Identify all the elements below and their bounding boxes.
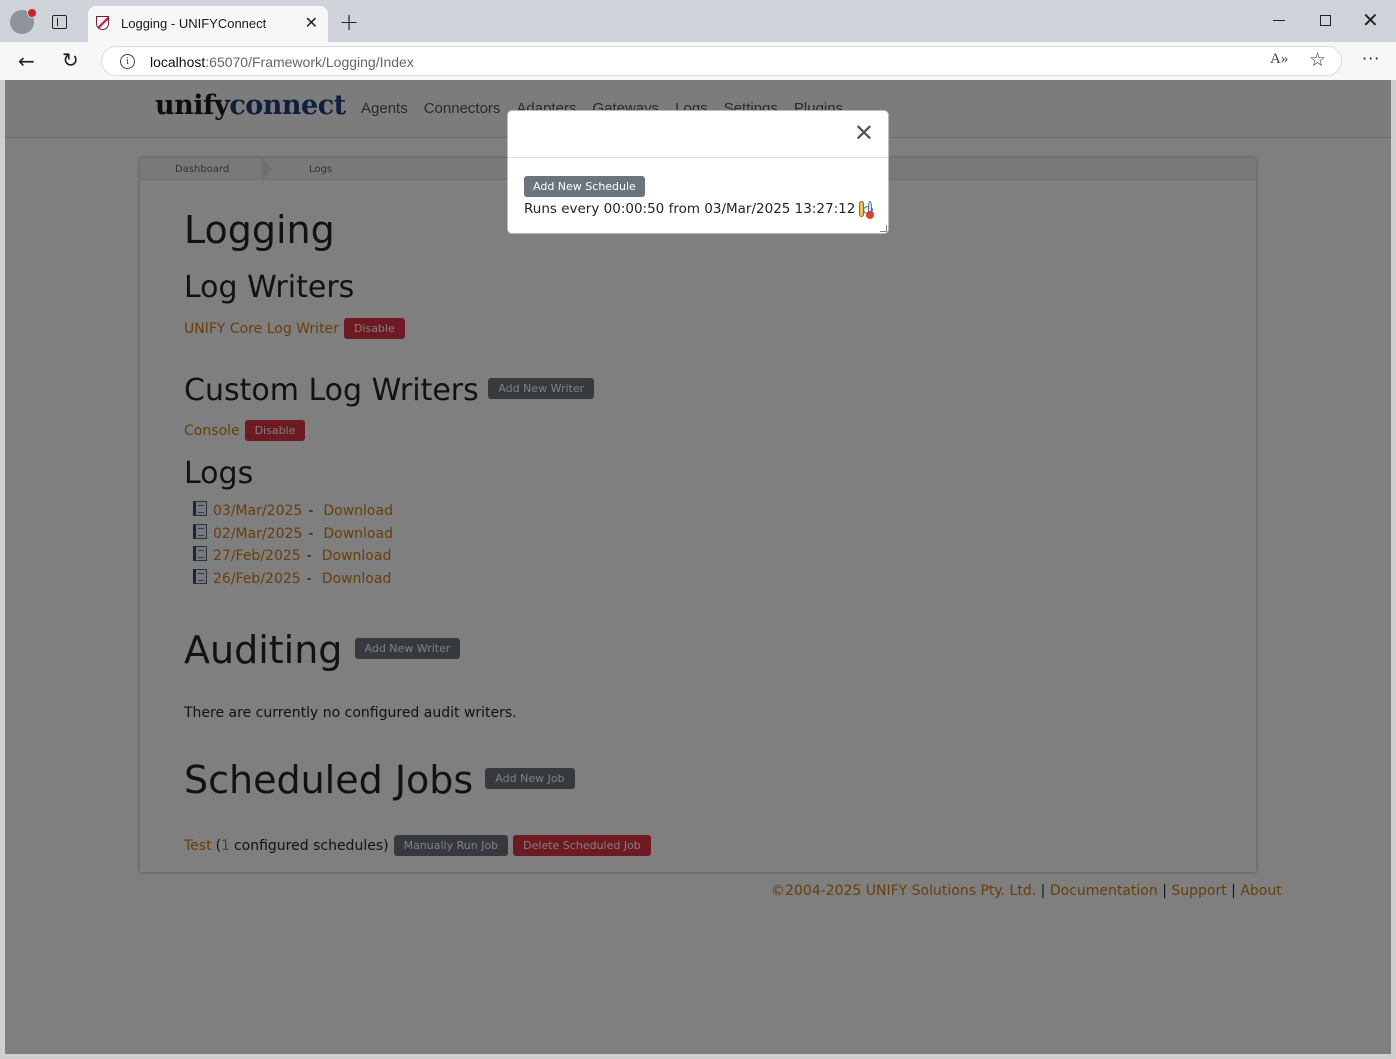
- modal-header: ✕: [508, 111, 888, 158]
- url-input[interactable]: i localhost:65070/Framework/Logging/Inde…: [101, 46, 1342, 76]
- favicon-icon: [96, 16, 109, 30]
- refresh-icon[interactable]: ↻: [62, 48, 79, 72]
- delete-schedule-icon[interactable]: [865, 201, 875, 219]
- window-maximize-icon[interactable]: [1320, 15, 1331, 26]
- tab-title: Logging - UNIFYConnect: [121, 16, 267, 31]
- new-tab-icon[interactable]: +: [339, 8, 359, 36]
- address-bar: ← ↻ i localhost:65070/Framework/Logging/…: [0, 42, 1396, 80]
- favorite-star-icon[interactable]: ☆: [1309, 49, 1326, 71]
- edit-schedule-icon[interactable]: [859, 201, 875, 217]
- browser-tab[interactable]: Logging - UNIFYConnect ✕: [88, 6, 328, 42]
- tab-actions-icon[interactable]: [52, 15, 67, 29]
- tab-close-icon[interactable]: ✕: [305, 13, 318, 32]
- more-menu-icon[interactable]: ···: [1362, 49, 1380, 68]
- url-text: localhost:65070/Framework/Logging/Index: [150, 54, 414, 70]
- modal-body: Add New Schedule Runs every 00:00:50 fro…: [508, 158, 888, 219]
- profile-avatar-icon[interactable]: [10, 8, 37, 34]
- schedule-row: Runs every 00:00:50 from 03/Mar/2025 13:…: [524, 201, 875, 219]
- browser-tab-bar: Logging - UNIFYConnect ✕ + ✕: [0, 0, 1396, 42]
- modal-close-icon[interactable]: ✕: [854, 119, 874, 147]
- page-viewport: unifyconnect Agents Connectors Adapters …: [5, 80, 1391, 1054]
- back-arrow-icon[interactable]: ←: [18, 49, 35, 73]
- schedule-modal: ✕ Add New Schedule Runs every 00:00:50 f…: [507, 110, 889, 234]
- window-minimize-icon[interactable]: [1273, 20, 1285, 22]
- window-close-icon[interactable]: ✕: [1362, 8, 1379, 32]
- resize-grip-icon[interactable]: [880, 225, 887, 232]
- schedule-description: Runs every 00:00:50 from 03/Mar/2025 13:…: [524, 201, 856, 217]
- read-aloud-icon[interactable]: A»: [1270, 51, 1288, 68]
- site-info-icon[interactable]: i: [120, 54, 135, 69]
- add-new-schedule-button[interactable]: Add New Schedule: [524, 176, 645, 197]
